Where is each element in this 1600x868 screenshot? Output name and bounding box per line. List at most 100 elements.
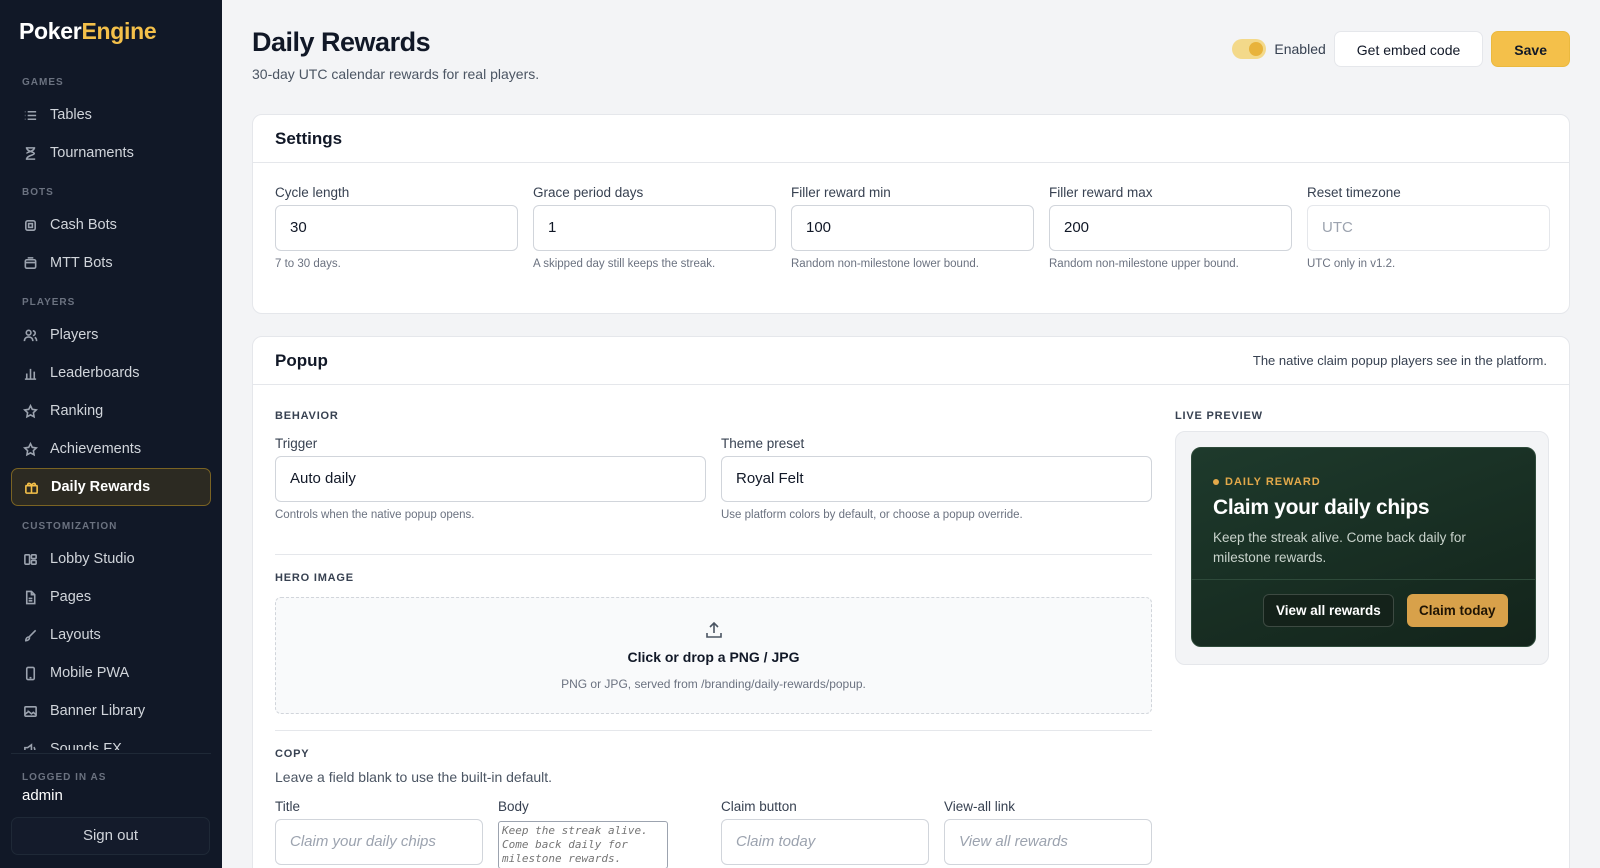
live-preview-label: LIVE PREVIEW bbox=[1175, 410, 1263, 422]
copy-view-all-input[interactable]: View all rewards bbox=[944, 819, 1152, 865]
field-label: Claim button bbox=[721, 799, 797, 814]
star-icon bbox=[22, 441, 38, 457]
sidebar-item-label: Sounds FX bbox=[50, 741, 122, 750]
page-subtitle: 30-day UTC calendar rewards for real pla… bbox=[252, 66, 540, 82]
sidebar-item-pages[interactable]: Pages bbox=[11, 578, 211, 616]
box-icon bbox=[22, 255, 38, 271]
sign-out-button[interactable]: Sign out bbox=[11, 817, 210, 855]
field-label: Filler reward min bbox=[791, 185, 891, 200]
field-help: Random non-milestone upper bound. bbox=[1049, 258, 1239, 270]
field-label: Filler reward max bbox=[1049, 185, 1153, 200]
preview-view-all-button[interactable]: View all rewards bbox=[1263, 594, 1394, 627]
section-divider bbox=[275, 554, 1152, 555]
cycle-length-input[interactable]: 30 bbox=[275, 205, 518, 251]
filler-min-input[interactable]: 100 bbox=[791, 205, 1034, 251]
copy-view-all-field: View-all link View all rewards bbox=[944, 799, 1152, 865]
popup-note: The native claim popup players see in th… bbox=[1252, 353, 1547, 368]
upload-icon bbox=[276, 620, 1151, 645]
live-preview: DAILY REWARD Claim your daily chips Keep… bbox=[1175, 431, 1549, 665]
sidebar-item-tournaments[interactable]: Tournaments bbox=[11, 134, 211, 172]
section-label-players: PLAYERS bbox=[22, 297, 76, 308]
sidebar-item-mtt-bots[interactable]: MTT Bots bbox=[11, 244, 211, 282]
enabled-toggle[interactable] bbox=[1232, 39, 1267, 59]
sidebar: PokerEngine GAMES Tables Tournaments BOT… bbox=[0, 0, 222, 868]
filler-max-input[interactable]: 200 bbox=[1049, 205, 1292, 251]
sidebar-item-lobby-studio[interactable]: Lobby Studio bbox=[11, 540, 211, 578]
copy-body-textarea[interactable] bbox=[498, 821, 668, 868]
section-label-bots: BOTS bbox=[22, 187, 54, 198]
field-help: Use platform colors by default, or choos… bbox=[721, 509, 1023, 521]
grace-period-field: Grace period days 1 A skipped day still … bbox=[533, 185, 776, 270]
get-embed-code-button[interactable]: Get embed code bbox=[1333, 31, 1484, 67]
settings-title: Settings bbox=[275, 128, 343, 148]
sidebar-item-ranking[interactable]: Ranking bbox=[11, 392, 211, 430]
sidebar-footer: LOGGED IN AS admin Sign out bbox=[0, 753, 222, 855]
trigger-field: Trigger Auto daily Controls when the nat… bbox=[275, 436, 706, 521]
reset-timezone-input[interactable]: UTC bbox=[1307, 205, 1550, 251]
cpu-icon bbox=[22, 217, 38, 233]
sidebar-item-achievements[interactable]: Achievements bbox=[11, 430, 211, 468]
field-label: Body bbox=[498, 799, 529, 814]
copy-claim-input[interactable]: Claim today bbox=[721, 819, 929, 865]
cycle-length-field: Cycle length 30 7 to 30 days. bbox=[275, 185, 518, 270]
toggle-knob bbox=[1249, 42, 1264, 56]
preview-claim-button[interactable]: Claim today bbox=[1407, 594, 1508, 627]
copy-title-input[interactable]: Claim your daily chips bbox=[275, 819, 483, 865]
settings-fields: Cycle length 30 7 to 30 days. Grace peri… bbox=[275, 185, 1550, 270]
settings-card: Settings Cycle length 30 7 to 30 days. G… bbox=[252, 114, 1570, 314]
sidebar-item-cash-bots[interactable]: Cash Bots bbox=[11, 206, 211, 244]
field-help: Controls when the native popup opens. bbox=[275, 509, 475, 521]
field-label: Trigger bbox=[275, 436, 318, 451]
field-label: Theme preset bbox=[721, 436, 805, 451]
copy-label: COPY bbox=[275, 748, 310, 760]
popup-card: Popup The native claim popup players see… bbox=[252, 336, 1570, 868]
behavior-label: BEHAVIOR bbox=[275, 410, 339, 422]
sidebar-item-label: Daily Rewards bbox=[51, 479, 151, 495]
copy-help: Leave a field blank to use the built-in … bbox=[275, 769, 553, 785]
save-button[interactable]: Save bbox=[1491, 31, 1570, 67]
sidebar-item-mobile-pwa[interactable]: Mobile PWA bbox=[11, 654, 211, 692]
sidebar-item-leaderboards[interactable]: Leaderboards bbox=[11, 354, 211, 392]
sidebar-item-label: Achievements bbox=[50, 441, 142, 457]
sidebar-item-label: Tournaments bbox=[50, 145, 134, 161]
theme-field: Theme preset Royal Felt Use platform col… bbox=[721, 436, 1152, 521]
brand-logo[interactable]: PokerEngine bbox=[19, 18, 157, 45]
trigger-select[interactable]: Auto daily bbox=[275, 456, 706, 502]
sidebar-item-label: Mobile PWA bbox=[50, 665, 130, 681]
preview-eyebrow: DAILY REWARD bbox=[1213, 476, 1321, 488]
sidebar-item-banner-library[interactable]: Banner Library bbox=[11, 692, 211, 730]
hero-image-dropzone[interactable]: Click or drop a PNG / JPG PNG or JPG, se… bbox=[275, 597, 1152, 714]
theme-select[interactable]: Royal Felt bbox=[721, 456, 1152, 502]
hero-image-label: HERO IMAGE bbox=[275, 572, 354, 584]
sidebar-item-layouts[interactable]: Layouts bbox=[11, 616, 211, 654]
grace-period-input[interactable]: 1 bbox=[533, 205, 776, 251]
preview-divider bbox=[1192, 579, 1535, 580]
popup-title: Popup bbox=[275, 350, 328, 370]
dropzone-help: PNG or JPG, served from /branding/daily-… bbox=[561, 677, 866, 691]
section-divider bbox=[275, 730, 1152, 731]
sidebar-item-sounds-fx[interactable]: Sounds FX bbox=[11, 730, 211, 750]
sidebar-item-daily-rewards[interactable]: Daily Rewards bbox=[11, 468, 211, 506]
sidebar-item-label: Ranking bbox=[50, 403, 104, 419]
bar-chart-icon bbox=[22, 365, 38, 381]
field-label: View-all link bbox=[944, 799, 1016, 814]
field-label: Title bbox=[275, 799, 301, 814]
layout-icon bbox=[22, 551, 38, 567]
logged-in-label: LOGGED IN AS bbox=[22, 772, 107, 783]
preview-title: Claim your daily chips bbox=[1213, 496, 1430, 519]
field-help: A skipped day still keeps the streak. bbox=[533, 258, 716, 270]
hourglass-icon bbox=[22, 145, 38, 161]
file-icon bbox=[22, 589, 38, 605]
dropzone-title: Click or drop a PNG / JPG bbox=[627, 649, 800, 665]
field-help: UTC only in v1.2. bbox=[1307, 258, 1396, 270]
sidebar-item-players[interactable]: Players bbox=[11, 316, 211, 354]
field-help: Random non-milestone lower bound. bbox=[791, 258, 979, 270]
sound-icon bbox=[22, 741, 38, 750]
page-title: Daily Rewards bbox=[252, 27, 431, 57]
star-icon bbox=[22, 403, 38, 419]
sidebar-item-label: Cash Bots bbox=[50, 217, 117, 233]
image-icon bbox=[22, 703, 38, 719]
enabled-toggle-label: Enabled bbox=[1274, 41, 1326, 57]
sidebar-item-tables[interactable]: Tables bbox=[11, 96, 211, 134]
sidebar-item-label: Layouts bbox=[50, 627, 101, 643]
